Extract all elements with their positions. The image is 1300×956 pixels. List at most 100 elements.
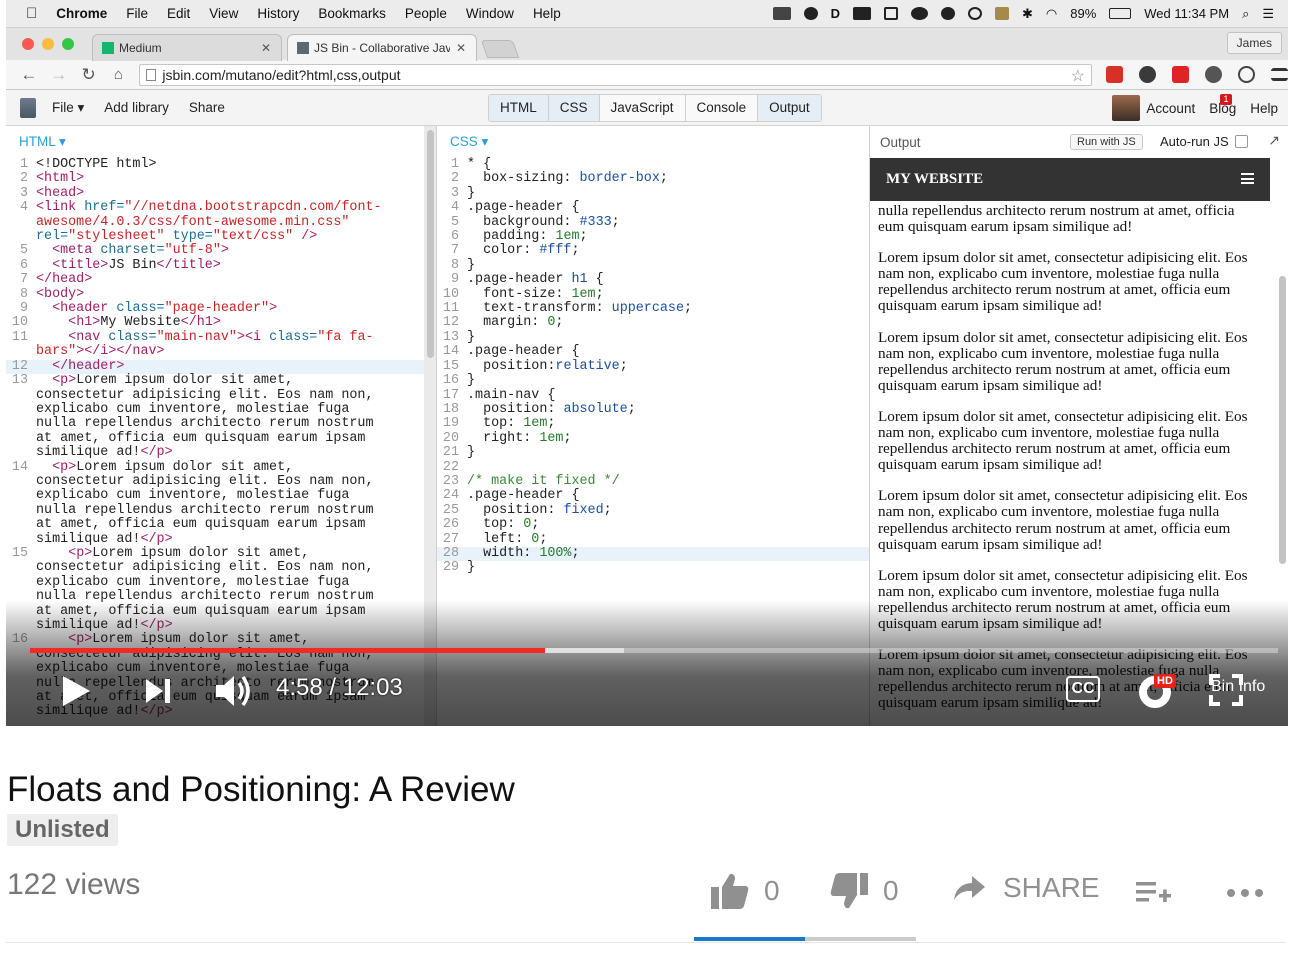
like-button[interactable]: 0 — [710, 872, 780, 910]
menubar-app[interactable]: Chrome — [56, 6, 107, 21]
next-icon[interactable] — [144, 678, 172, 704]
thumbs-up-icon — [711, 873, 749, 909]
menubar-window[interactable]: Window — [466, 6, 514, 21]
hamburger-menu-icon[interactable] — [1241, 173, 1254, 184]
fullscreen-icon[interactable] — [1209, 674, 1243, 706]
battery-icon[interactable] — [1109, 8, 1132, 19]
window-icon[interactable] — [883, 7, 898, 20]
open-external-icon[interactable]: ↗ — [1268, 132, 1280, 149]
clock[interactable]: Wed 11:34 PM — [1144, 6, 1229, 21]
spotlight-search-icon[interactable]: ⌕ — [1242, 6, 1249, 22]
html-pane-label[interactable]: HTML ▾ — [6, 126, 424, 158]
time-display: 4:58 / 12:03 — [276, 674, 403, 701]
zoom-window-icon[interactable] — [62, 38, 74, 50]
jsbin-logo-icon — [297, 42, 309, 54]
html-scrollbar[interactable] — [425, 126, 436, 366]
menubar-file[interactable]: File — [126, 6, 148, 21]
truck-icon[interactable] — [852, 7, 871, 20]
add-library-button[interactable]: Add library — [104, 100, 169, 115]
autorun-toggle[interactable]: Auto-run JS — [1160, 134, 1248, 149]
video-info: Floats and Positioning: A Review Unliste… — [0, 726, 1300, 956]
tab-medium[interactable]: Medium ✕ — [92, 34, 282, 61]
sentiment-bar — [694, 937, 916, 941]
paragraph: Lorem ipsum dolor sit amet, consectetur … — [878, 487, 1248, 553]
menubar-people[interactable]: People — [405, 6, 447, 21]
run-with-js-button[interactable]: Run with JS — [1070, 134, 1143, 150]
share-button[interactable]: Share — [189, 100, 225, 115]
home-icon[interactable]: ⌂ — [106, 66, 132, 83]
apple-icon[interactable]:  — [26, 5, 37, 22]
css-pane-label[interactable]: CSS ▾ — [437, 126, 869, 158]
sync-icon[interactable] — [1204, 66, 1222, 83]
progress-bar[interactable] — [30, 648, 1278, 653]
captions-button[interactable]: CC — [1066, 676, 1100, 702]
menubar-view[interactable]: View — [209, 6, 238, 21]
lastpass-icon[interactable] — [1171, 66, 1189, 83]
avatar[interactable] — [1112, 95, 1141, 121]
dislike-button[interactable]: 0 — [829, 872, 899, 910]
profile-button[interactable]: James — [1226, 32, 1282, 54]
chrome-menu-icon[interactable] — [1270, 68, 1288, 81]
address-bar[interactable]: jsbin.com/mutano/edit?html,css,output ☆ — [139, 63, 1092, 86]
toggle-css[interactable]: CSS — [548, 95, 600, 121]
creative-cloud-icon[interactable] — [940, 7, 955, 20]
toggle-javascript[interactable]: JavaScript — [599, 95, 686, 121]
wordpress-icon[interactable] — [1237, 66, 1255, 83]
played-bar — [30, 648, 546, 653]
hd-badge: HD — [1154, 674, 1176, 688]
browser-chrome: Medium ✕ JS Bin - Collaborative Java ✕ J… — [6, 28, 1288, 90]
page-icon — [146, 68, 157, 81]
forward-arrow-icon[interactable]: → — [46, 65, 72, 85]
more-actions-icon[interactable] — [1226, 888, 1266, 898]
toggle-html[interactable]: HTML — [489, 95, 549, 121]
toggle-console[interactable]: Console — [685, 95, 759, 121]
share-arrow-icon — [954, 876, 985, 900]
hat-icon[interactable] — [910, 7, 928, 20]
dislike-count: 0 — [883, 875, 899, 906]
file-menu[interactable]: File ▾ — [52, 100, 84, 116]
screen-record-icon[interactable] — [772, 7, 791, 20]
output-scrollbar[interactable] — [1279, 276, 1286, 564]
account-link[interactable]: Account — [1146, 101, 1195, 116]
toggle-output[interactable]: Output — [758, 95, 821, 121]
new-tab-button[interactable] — [480, 40, 520, 58]
settings-gear-icon[interactable] — [1138, 66, 1156, 83]
visibility-badge: Unlisted — [7, 814, 118, 846]
add-to-playlist-icon[interactable] — [1136, 880, 1172, 906]
box-icon[interactable] — [994, 7, 1009, 20]
menubar-help[interactable]: Help — [533, 6, 561, 21]
address-url: jsbin.com/mutano/edit?html,css,output — [162, 66, 401, 83]
tab-jsbin[interactable]: JS Bin - Collaborative Java ✕ — [287, 34, 477, 61]
panel-toggles: HTML CSS JavaScript Console Output — [488, 94, 822, 122]
css-code[interactable]: 1 * { 2 box-sizing: border-box; 3} 4 .page… — [437, 157, 869, 576]
play-icon[interactable] — [60, 674, 92, 708]
close-window-icon[interactable] — [22, 38, 34, 50]
bookmark-star-icon[interactable]: ☆ — [1071, 66, 1085, 86]
site-title: My Website — [886, 171, 984, 187]
paragraph: Lorem ipsum dolor sit amet, consectetur … — [878, 407, 1248, 474]
thumbs-down-icon — [830, 873, 868, 909]
tab-close-icon[interactable]: ✕ — [261, 41, 271, 55]
help-link[interactable]: Help — [1250, 101, 1278, 116]
paragraph: nulla repellendus architecto rerum nostr… — [878, 202, 1235, 236]
menubar-history[interactable]: History — [257, 6, 299, 21]
gmail-icon[interactable] — [1105, 66, 1123, 83]
shield-icon[interactable] — [967, 7, 982, 20]
menubar-edit[interactable]: Edit — [167, 6, 190, 21]
tab-close-icon[interactable]: ✕ — [456, 41, 466, 55]
share-button[interactable]: SHARE — [952, 872, 1099, 904]
dictionary-icon[interactable]: D — [831, 6, 840, 21]
back-arrow-icon[interactable]: ← — [16, 65, 42, 85]
blog-badge: 1 — [1220, 94, 1232, 105]
wifi-icon[interactable]: ◠ — [1046, 6, 1057, 22]
volume-icon[interactable] — [214, 672, 254, 710]
bluetooth-icon[interactable]: ✱ — [1022, 6, 1033, 22]
video-player[interactable]:  Chrome File Edit View History Bookmark… — [6, 0, 1288, 726]
notification-center-icon[interactable]: ☰ — [1262, 6, 1274, 22]
notification-bell-icon[interactable] — [803, 7, 818, 20]
autorun-checkbox[interactable] — [1234, 135, 1248, 148]
menubar-bookmarks[interactable]: Bookmarks — [318, 6, 386, 21]
reload-icon[interactable]: ↻ — [76, 65, 102, 85]
minimize-window-icon[interactable] — [42, 38, 54, 50]
jsbin-logo-icon[interactable] — [20, 97, 36, 118]
